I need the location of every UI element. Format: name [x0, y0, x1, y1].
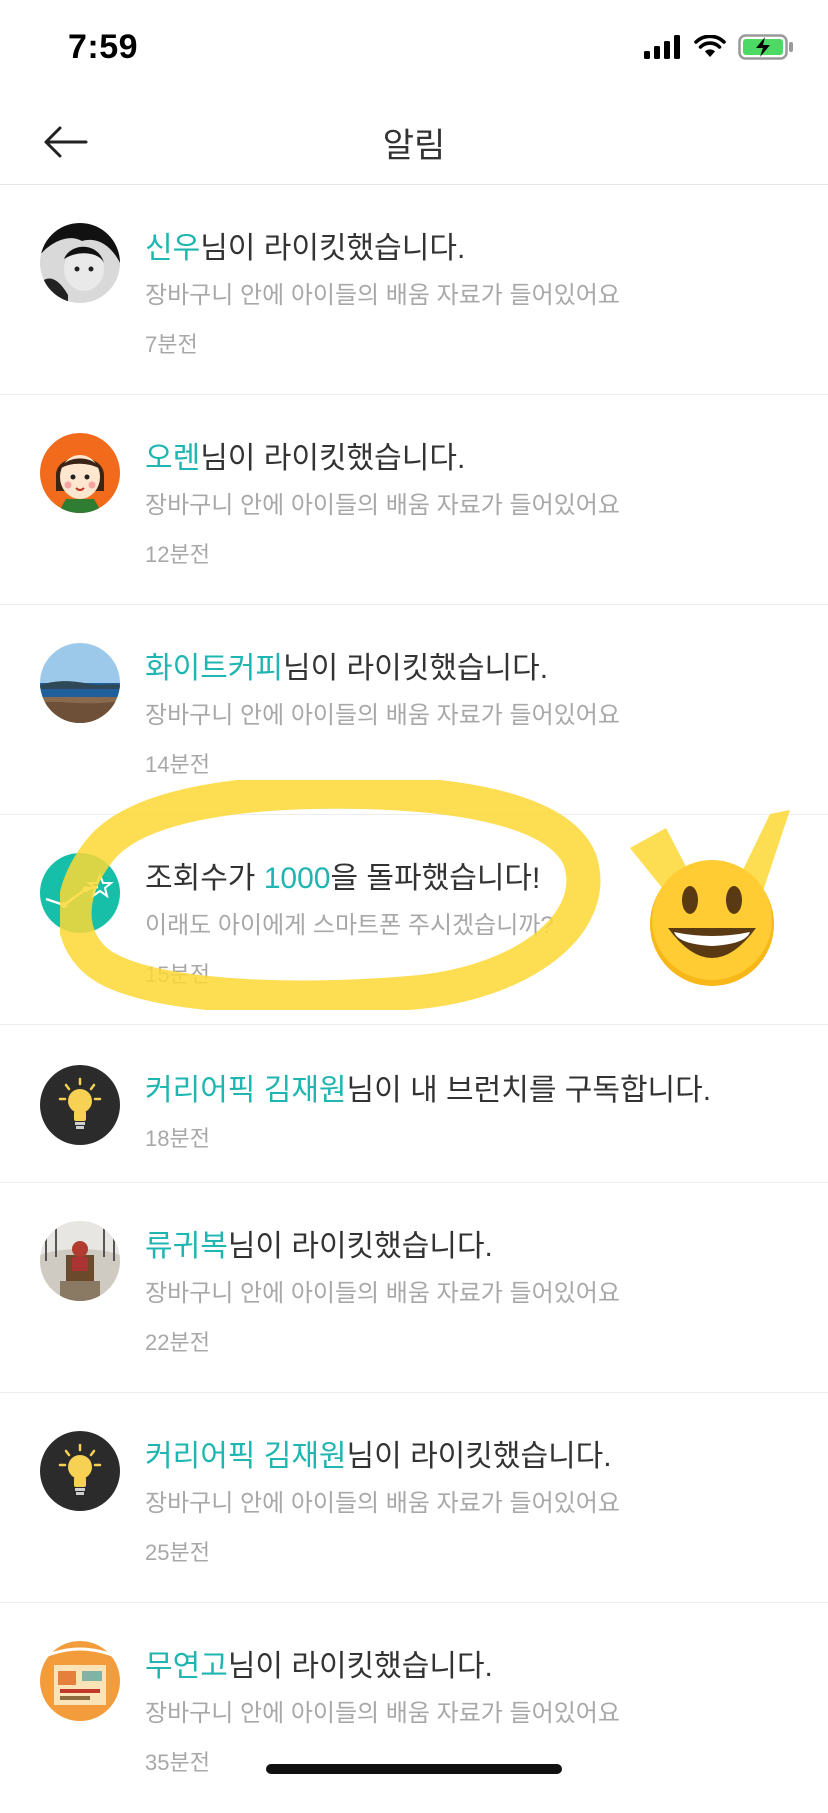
- notification-item[interactable]: 신우님이 라이킷했습니다. 장바구니 안에 아이들의 배움 자료가 들어있어요 …: [0, 185, 828, 395]
- user-name[interactable]: 화이트커피: [145, 652, 283, 685]
- notification-action: 님이 라이킷했습니다.: [227, 1230, 493, 1263]
- cellular-signal-icon: [644, 35, 680, 59]
- notification-item[interactable]: 화이트커피님이 라이킷했습니다. 장바구니 안에 아이들의 배움 자료가 들어있…: [0, 605, 828, 815]
- notification-time: 25분전: [145, 1540, 210, 1565]
- notification-action: 님이 라이킷했습니다.: [283, 652, 549, 685]
- avatar: [40, 433, 120, 513]
- notification-subtitle: 장바구니 안에 아이들의 배움 자료가 들어있어요: [145, 702, 620, 729]
- avatar: [40, 643, 120, 723]
- notification-message: 오렌님이 라이킷했습니다.: [145, 433, 465, 477]
- notification-time: 7분전: [145, 332, 198, 357]
- page-title: 알림: [382, 127, 446, 165]
- notification-suffix: 을 돌파했습니다!: [330, 862, 541, 895]
- notification-list: 신우님이 라이킷했습니다. 장바구니 안에 아이들의 배움 자료가 들어있어요 …: [0, 185, 828, 1813]
- user-name[interactable]: 무연고: [145, 1650, 228, 1683]
- avatar: [40, 1221, 120, 1301]
- avatar: [40, 223, 120, 303]
- notification-message: 류귀복님이 라이킷했습니다.: [145, 1221, 493, 1265]
- lightbulb-icon: [40, 1431, 120, 1511]
- lightbulb-icon: [40, 1065, 120, 1145]
- avatar: [40, 1641, 120, 1721]
- avatar: [40, 1065, 120, 1145]
- notification-action: 님이 내 브런치를 구독합니다.: [346, 1074, 712, 1107]
- wifi-icon: [694, 35, 726, 57]
- notification-action: 님이 라이킷했습니다.: [200, 232, 466, 265]
- notification-time: 15분전: [145, 962, 210, 987]
- user-name[interactable]: 커리어픽 김재원: [145, 1074, 347, 1107]
- notification-subtitle: 장바구니 안에 아이들의 배움 자료가 들어있어요: [145, 492, 620, 519]
- notification-message: 신우님이 라이킷했습니다.: [145, 223, 465, 267]
- user-name[interactable]: 오렌: [145, 442, 200, 475]
- nav-bar: 알림: [0, 100, 828, 185]
- user-name[interactable]: 커리어픽 김재원: [145, 1440, 347, 1473]
- notification-item[interactable]: 조회수가 1000을 돌파했습니다! 이래도 아이에게 스마트폰 주시겠습니까?…: [0, 815, 828, 1025]
- user-name[interactable]: 신우: [145, 232, 200, 265]
- notification-message: 커리어픽 김재원님이 내 브런치를 구독합니다.: [145, 1065, 711, 1109]
- battery-charging-icon: [738, 34, 793, 60]
- user-name[interactable]: 류귀복: [145, 1230, 228, 1263]
- notification-message: 화이트커피님이 라이킷했습니다.: [145, 643, 548, 687]
- notification-action: 님이 라이킷했습니다.: [200, 442, 466, 475]
- stats-chart-icon: [40, 853, 120, 933]
- notification-item[interactable]: 커리어픽 김재원님이 라이킷했습니다. 장바구니 안에 아이들의 배움 자료가 …: [0, 1393, 828, 1603]
- notification-item[interactable]: 무연고님이 라이킷했습니다. 장바구니 안에 아이들의 배움 자료가 들어있어요…: [0, 1603, 828, 1813]
- notification-subtitle: 장바구니 안에 아이들의 배움 자료가 들어있어요: [145, 1280, 620, 1307]
- notification-action: 님이 라이킷했습니다.: [346, 1440, 612, 1473]
- notification-time: 12분전: [145, 542, 210, 567]
- notification-time: 18분전: [145, 1126, 210, 1151]
- notification-prefix: 조회수가: [145, 862, 264, 895]
- notification-subtitle: 장바구니 안에 아이들의 배움 자료가 들어있어요: [145, 1490, 620, 1517]
- status-time: 7:59: [68, 28, 139, 66]
- notification-subtitle: 장바구니 안에 아이들의 배움 자료가 들어있어요: [145, 1700, 620, 1727]
- notification-time: 22분전: [145, 1330, 210, 1355]
- avatar: [40, 1431, 120, 1511]
- notification-item[interactable]: 류귀복님이 라이킷했습니다. 장바구니 안에 아이들의 배움 자료가 들어있어요…: [0, 1183, 828, 1393]
- view-count: 1000: [263, 862, 331, 895]
- notification-time: 14분전: [145, 752, 210, 777]
- status-bar: 7:59: [0, 0, 828, 100]
- notification-message: 커리어픽 김재원님이 라이킷했습니다.: [145, 1431, 612, 1475]
- status-icons: [644, 34, 794, 60]
- notification-subtitle: 장바구니 안에 아이들의 배움 자료가 들어있어요: [145, 282, 620, 309]
- notification-item[interactable]: 오렌님이 라이킷했습니다. 장바구니 안에 아이들의 배움 자료가 들어있어요 …: [0, 395, 828, 605]
- notification-message: 무연고님이 라이킷했습니다.: [145, 1641, 493, 1685]
- notification-item[interactable]: 커리어픽 김재원님이 내 브런치를 구독합니다. 18분전: [0, 1025, 828, 1183]
- notification-time: 35분전: [145, 1750, 210, 1775]
- home-indicator[interactable]: [266, 1764, 562, 1774]
- notification-action: 님이 라이킷했습니다.: [227, 1650, 493, 1683]
- notification-message: 조회수가 1000을 돌파했습니다!: [145, 853, 540, 897]
- notification-subtitle: 이래도 아이에게 스마트폰 주시겠습니까?: [145, 912, 554, 939]
- avatar: [40, 853, 120, 933]
